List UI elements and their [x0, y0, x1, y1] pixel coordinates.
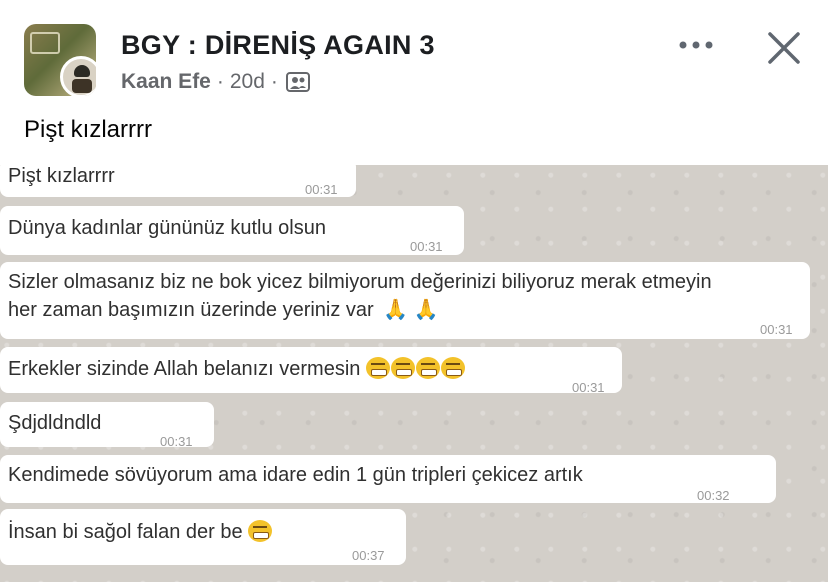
meta-separator-2: · — [270, 70, 278, 93]
message-time: 00:31 — [760, 322, 793, 337]
grinning-face-emoji — [365, 357, 466, 380]
author-name[interactable]: Kaan Efe — [121, 70, 211, 94]
message-text: Kendimede sövüyorum ama idare edin 1 gün… — [8, 464, 583, 486]
message-bubble: Kendimede sövüyorum ama idare edin 1 gün… — [0, 455, 776, 503]
close-icon[interactable] — [762, 26, 806, 70]
message-time: 00:31 — [160, 434, 193, 449]
chat-screenshot: Pişt kızlarrrr 00:31 Dünya kadınlar günü… — [0, 165, 828, 582]
message-bubble: Sizler olmasanız biz ne bok yicez bilmiy… — [0, 262, 810, 339]
group-avatar[interactable] — [24, 24, 96, 96]
message-text-line2: her zaman başımızın üzerinde yeriniz var… — [8, 296, 439, 324]
message-text: İnsan bi sağol falan der be — [8, 521, 243, 543]
message-time: 00:31 — [305, 182, 338, 197]
message-text: Erkekler sizinde Allah belanızı vermesin — [8, 358, 361, 380]
message-text: Pişt kızlarrrr — [8, 165, 115, 187]
message-bubble: Erkekler sizinde Allah belanızı vermesin… — [0, 347, 622, 395]
message-bubble: Şdjdldndld 00:31 — [0, 402, 214, 449]
author-avatar[interactable] — [60, 56, 96, 96]
message-text: Şdjdldndld — [8, 412, 102, 434]
message-bubble: Pişt kızlarrrr 00:31 — [0, 165, 356, 197]
message-text: Dünya kadınlar gününüz kutlu olsun — [8, 217, 326, 239]
more-options-icon[interactable] — [676, 30, 716, 60]
group-logo-mark — [30, 32, 60, 54]
message-bubble: Dünya kadınlar gününüz kutlu olsun 00:31 — [0, 206, 464, 255]
message-text-row: İnsan bi sağol falan der be — [8, 518, 273, 546]
grinning-face-emoji — [248, 520, 273, 542]
post-meta: Kaan Efe · 20d · — [121, 70, 310, 94]
group-audience-icon — [285, 72, 310, 92]
message-time: 00:31 — [410, 239, 443, 254]
message-text: her zaman başımızın üzerinde yeriniz var — [8, 299, 374, 321]
message-time: 00:37 — [352, 548, 385, 563]
message-time: 00:31 — [572, 380, 605, 395]
message-text: Sizler olmasanız biz ne bok yicez bilmiy… — [8, 271, 712, 293]
folded-hands-emoji: 🙏 🙏 — [383, 299, 439, 321]
message-bubble: İnsan bi sağol falan der be 00:37 — [0, 509, 406, 565]
message-text-row: Erkekler sizinde Allah belanızı vermesin — [8, 355, 466, 383]
message-time: 00:32 — [697, 488, 730, 503]
post-time[interactable]: 20d — [230, 70, 265, 94]
post-header: BGY : DİRENİŞ AGAIN 3 Kaan Efe · 20d · P… — [0, 0, 828, 165]
group-name[interactable]: BGY : DİRENİŞ AGAIN 3 — [121, 30, 435, 61]
post-text: Pişt kızlarrrr — [24, 116, 152, 143]
meta-separator: · — [216, 70, 224, 93]
